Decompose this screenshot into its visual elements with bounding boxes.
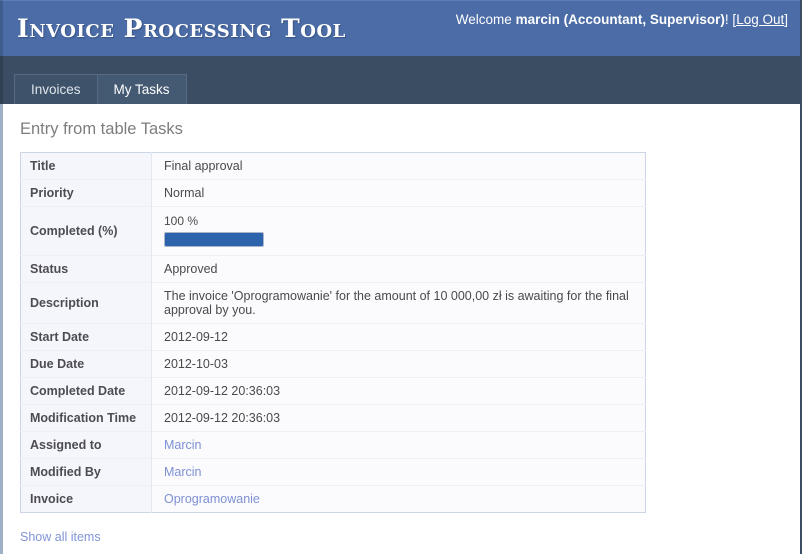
row-value-due-date: 2012-10-03 [164,357,228,371]
welcome-text: Welcome marcin (Accountant, Supervisor)!… [456,12,788,27]
bracket-close: ] [784,12,788,27]
row-label-assigned-to: Assigned to [20,431,152,459]
row-value-completed-percent: 100 % [152,207,646,256]
row-value-priority: Normal [164,186,205,200]
row-value-status: Approved [164,262,218,276]
content-area: Entry from table Tasks Title Final appro… [0,104,800,554]
progress-percent-label: 100 % [164,214,199,228]
row-value-modification-time: 2012-09-12 20:36:03 [164,411,281,425]
table-row: Due Date 2012-10-03 [20,350,646,378]
table-row: Title Final approval [20,152,646,180]
show-all-items-link[interactable]: Show all items [20,530,101,544]
row-label-modification-time: Modification Time [20,404,152,432]
row-label-invoice: Invoice [20,485,152,513]
row-label-completed-date: Completed Date [20,377,152,405]
app-window: Invoice Processing Tool Welcome marcin (… [0,0,802,554]
row-label-priority: Priority [20,179,152,207]
row-value-title: Final approval [164,159,243,173]
table-row: Completed (%) 100 % [20,206,646,256]
tab-my-tasks[interactable]: My Tasks [97,74,187,104]
row-value-assigned-to: Marcin [152,432,646,459]
table-row: Start Date 2012-09-12 [20,323,646,351]
current-user-name: marcin (Accountant, Supervisor) [515,12,725,27]
row-value-invoice: Oprogramowanie [152,486,646,513]
table-row: Assigned to Marcin [20,431,646,459]
tab-invoices[interactable]: Invoices [14,74,98,104]
table-row: Modified By Marcin [20,458,646,486]
row-label-due-date: Due Date [20,350,152,378]
row-value-start-date: 2012-09-12 [164,330,228,344]
app-title: Invoice Processing Tool [17,14,346,43]
main-navigation: Invoices My Tasks [0,56,800,104]
row-label-modified-by: Modified By [20,458,152,486]
table-row: Completed Date 2012-09-12 20:36:03 [20,377,646,405]
table-row: Invoice Oprogramowanie [20,485,646,513]
row-label-status: Status [20,255,152,283]
row-label-completed-percent: Completed (%) [20,206,152,256]
progress-widget: 100 % [164,214,637,247]
row-label-title: Title [20,152,152,180]
row-value-completed-date: 2012-09-12 20:36:03 [164,384,281,398]
invoice-link[interactable]: Oprogramowanie [164,492,260,506]
row-label-description: Description [20,282,152,324]
welcome-prefix: Welcome [455,12,512,27]
row-label-start-date: Start Date [20,323,152,351]
row-value-description: The invoice 'Oprogramowanie' for the amo… [164,289,629,317]
log-out-link[interactable]: Log Out [736,12,784,27]
table-row: Description The invoice 'Oprogramowanie'… [20,282,646,324]
progress-bar-fill [165,233,263,246]
table-row: Status Approved [20,255,646,283]
assigned-to-link[interactable]: Marcin [164,438,202,452]
table-row: Priority Normal [20,179,646,207]
row-value-modified-by: Marcin [152,459,646,486]
page-title: Entry from table Tasks [20,120,183,138]
task-detail-table: Title Final approval Priority Normal Com… [20,152,646,513]
app-header: Invoice Processing Tool Welcome marcin (… [0,0,800,56]
modified-by-link[interactable]: Marcin [164,465,202,479]
table-row: Modification Time 2012-09-12 20:36:03 [20,404,646,432]
progress-bar-track [164,232,264,247]
welcome-suffix: ! [724,12,729,27]
